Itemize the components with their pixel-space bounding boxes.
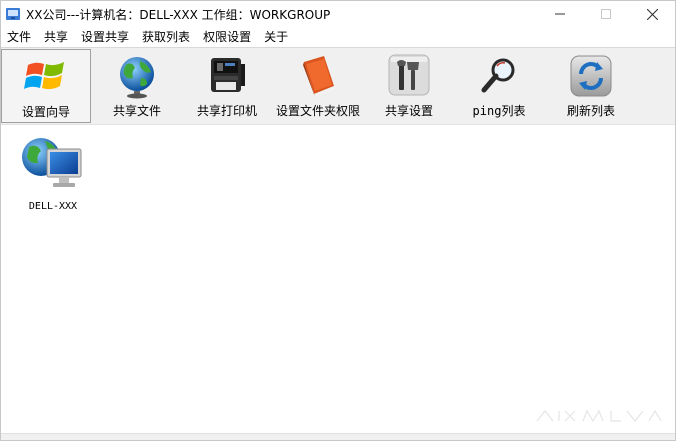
windows-logo-icon: [24, 62, 64, 90]
refresh-icon: [570, 55, 612, 97]
menu-about[interactable]: 关于: [258, 27, 295, 47]
network-computer-icon: [22, 138, 82, 187]
printer-icon: [211, 58, 245, 92]
share-printer-label: 共享打印机: [196, 104, 257, 118]
tools-icon: [388, 54, 430, 96]
maximize-button[interactable]: [583, 1, 629, 27]
share-settings-label: 共享设置: [384, 104, 433, 118]
title-bar[interactable]: XX公司---计算机名：DELL-XXX 工作组：WORKGROUP: [1, 1, 675, 27]
share-files-button[interactable]: 共享文件: [97, 49, 177, 123]
share-files-label: 共享文件: [112, 104, 161, 118]
close-icon: [646, 8, 658, 20]
minimize-button[interactable]: [537, 1, 583, 27]
close-button[interactable]: [629, 1, 675, 27]
menu-file[interactable]: 文件: [1, 27, 38, 47]
refresh-list-button[interactable]: 刷新列表: [553, 49, 629, 123]
maximize-icon: [601, 9, 611, 19]
menu-share[interactable]: 共享: [38, 27, 75, 47]
share-settings-button[interactable]: 共享设置: [373, 49, 445, 123]
globe-icon: [120, 57, 154, 99]
computer-list: DELL-XXX: [1, 125, 675, 435]
menu-share-settings[interactable]: 设置共享: [75, 27, 136, 47]
setup-wizard-button[interactable]: 设置向导: [1, 49, 91, 123]
window-title: XX公司---计算机名：DELL-XXX 工作组：WORKGROUP: [26, 7, 331, 22]
folder-book-icon: [303, 56, 335, 97]
menu-bar: 文件 共享 设置共享 获取列表 权限设置 关于: [1, 27, 675, 47]
ping-list-label: ping列表: [472, 104, 526, 118]
menu-get-list[interactable]: 获取列表: [136, 27, 197, 47]
app-icon: [6, 8, 20, 20]
watermark-logo: [536, 409, 662, 423]
setup-wizard-label: 设置向导: [21, 105, 70, 119]
folder-permissions-label: 设置文件夹权限: [275, 104, 360, 118]
folder-permissions-button[interactable]: 设置文件夹权限: [273, 49, 363, 123]
minimize-icon: [555, 13, 565, 15]
computer-name: DELL-XXX: [28, 201, 78, 212]
app-window: XX公司---计算机名：DELL-XXX 工作组：WORKGROUP 文件 共享…: [0, 0, 676, 441]
refresh-list-label: 刷新列表: [566, 104, 615, 118]
magnifier-icon: [481, 58, 515, 93]
menu-permissions[interactable]: 权限设置: [197, 27, 258, 47]
status-bar: [1, 433, 675, 440]
window-controls: [537, 1, 675, 27]
list-item[interactable]: DELL-XXX: [15, 133, 91, 212]
share-printer-button[interactable]: 共享打印机: [187, 49, 267, 123]
toolbar: 设置向导 共享文件 共享打印机 设置文件夹权限 共享设置 ping列表 刷新列表: [1, 47, 675, 125]
ping-list-button[interactable]: ping列表: [461, 49, 537, 123]
